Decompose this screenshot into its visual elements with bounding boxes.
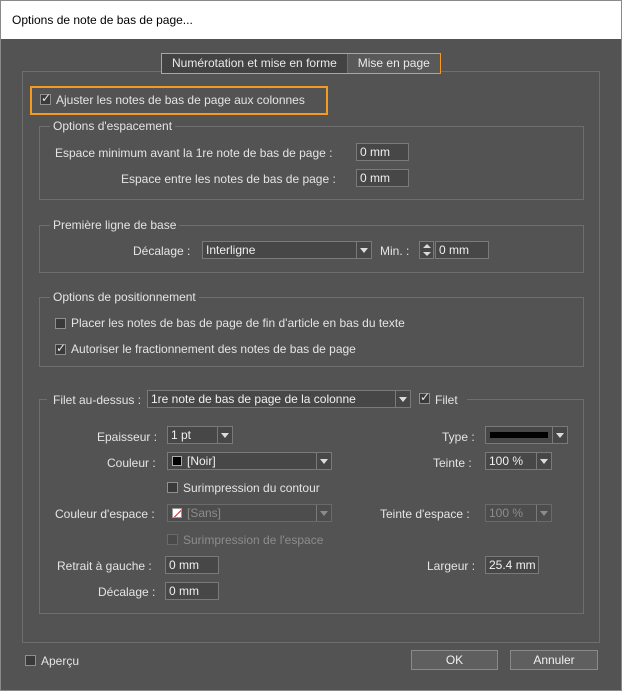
type-select[interactable] bbox=[485, 426, 568, 444]
baseline-min-input[interactable]: 0 mm bbox=[435, 241, 489, 259]
overprint-gap-checkbox[interactable] bbox=[167, 534, 178, 545]
black-swatch-icon bbox=[172, 456, 182, 466]
none-swatch-icon bbox=[172, 508, 182, 518]
adjust-columns-checkbox[interactable] bbox=[40, 91, 51, 105]
space-between-label: Espace entre les notes de bas de page : bbox=[121, 172, 336, 186]
positioning-options-group bbox=[39, 297, 584, 367]
line-type-sample bbox=[490, 432, 548, 438]
width-label: Largeur : bbox=[427, 559, 476, 573]
rule-above-label: Filet au-dessus : bbox=[53, 393, 142, 407]
chevron-down-icon bbox=[356, 242, 371, 258]
weight-value: 1 pt bbox=[171, 428, 192, 442]
gap-tint-value: 100 % bbox=[489, 506, 524, 520]
preview-checkbox[interactable] bbox=[25, 655, 36, 666]
chevron-down-icon bbox=[316, 505, 331, 521]
rule-above-value: 1re note de bas de page de la colonne bbox=[151, 392, 356, 406]
min-space-before-label: Espace minimum avant la 1re note de bas … bbox=[55, 146, 333, 160]
adjust-columns-label: Ajuster les notes de bas de page aux col… bbox=[56, 93, 305, 107]
allow-split-label: Autoriser le fractionnement des notes de… bbox=[71, 342, 356, 356]
left-indent-input[interactable]: 0 mm bbox=[165, 556, 219, 574]
place-end-label: Placer les notes de bas de page de fin d… bbox=[71, 316, 405, 330]
stepper-down-icon bbox=[423, 252, 431, 256]
tab-numbering-formatting[interactable]: Numérotation et mise en forme bbox=[162, 54, 347, 73]
baseline-offset-label: Décalage : bbox=[133, 244, 191, 258]
baseline-offset-select[interactable]: Interligne bbox=[202, 241, 372, 259]
allow-split-checkbox[interactable] bbox=[55, 341, 66, 355]
color-label: Couleur : bbox=[107, 456, 156, 470]
rule-on-checkbox[interactable] bbox=[419, 390, 430, 404]
overprint-stroke-checkbox[interactable] bbox=[167, 482, 178, 493]
baseline-min-label: Min. : bbox=[380, 244, 410, 258]
tint-value: 100 % bbox=[489, 454, 524, 468]
tint-select[interactable]: 100 % bbox=[485, 452, 552, 470]
gap-tint-select[interactable]: 100 % bbox=[485, 504, 552, 522]
color-value: [Noir] bbox=[187, 454, 216, 468]
dialog-window: Options de note de bas de page... Numéro… bbox=[0, 0, 622, 691]
tint-label: Teinte : bbox=[433, 456, 472, 470]
chevron-down-icon bbox=[316, 453, 331, 469]
rule-above-select[interactable]: 1re note de bas de page de la colonne bbox=[147, 390, 411, 408]
stepper-up-icon bbox=[423, 244, 431, 248]
baseline-offset-value: Interligne bbox=[206, 243, 256, 257]
weight-label: Epaisseur : bbox=[97, 430, 158, 444]
chevron-down-icon bbox=[536, 453, 551, 469]
min-space-before-input[interactable]: 0 mm bbox=[356, 143, 409, 161]
dialog-title: Options de note de bas de page... bbox=[12, 13, 193, 27]
ok-button[interactable]: OK bbox=[411, 650, 498, 670]
width-input[interactable]: 25.4 mm bbox=[485, 556, 539, 574]
rule-offset-label: Décalage : bbox=[98, 585, 156, 599]
tab-layout[interactable]: Mise en page bbox=[346, 54, 440, 73]
cancel-button[interactable]: Annuler bbox=[510, 650, 598, 670]
chevron-down-icon bbox=[552, 427, 567, 443]
rule-offset-input[interactable]: 0 mm bbox=[165, 582, 219, 600]
color-select[interactable]: [Noir] bbox=[167, 452, 332, 470]
overprint-stroke-label: Surimpression du contour bbox=[183, 481, 320, 495]
weight-select[interactable]: 1 pt bbox=[167, 426, 233, 444]
chevron-down-icon bbox=[536, 505, 551, 521]
space-between-input[interactable]: 0 mm bbox=[356, 169, 409, 187]
gap-color-value: [Sans] bbox=[187, 506, 222, 520]
preview-label: Aperçu bbox=[41, 654, 80, 668]
chevron-down-icon bbox=[217, 427, 232, 443]
place-end-checkbox[interactable] bbox=[55, 318, 66, 329]
overprint-gap-label: Surimpression de l'espace bbox=[183, 533, 324, 547]
tab-bar: Numérotation et mise en forme Mise en pa… bbox=[161, 53, 441, 74]
baseline-min-stepper[interactable] bbox=[419, 241, 434, 259]
title-bar: Options de note de bas de page... bbox=[1, 1, 621, 39]
spacing-options-group bbox=[39, 126, 584, 200]
first-baseline-title: Première ligne de base bbox=[50, 218, 180, 232]
gap-tint-label: Teinte d'espace : bbox=[380, 507, 470, 521]
chevron-down-icon bbox=[395, 391, 410, 407]
spacing-options-title: Options d'espacement bbox=[50, 119, 176, 133]
type-label: Type : bbox=[442, 430, 475, 444]
left-indent-label: Retrait à gauche : bbox=[57, 559, 152, 573]
positioning-options-title: Options de positionnement bbox=[50, 290, 199, 304]
gap-color-select[interactable]: [Sans] bbox=[167, 504, 332, 522]
rule-on-label: Filet bbox=[435, 393, 458, 407]
gap-color-label: Couleur d'espace : bbox=[55, 507, 155, 521]
